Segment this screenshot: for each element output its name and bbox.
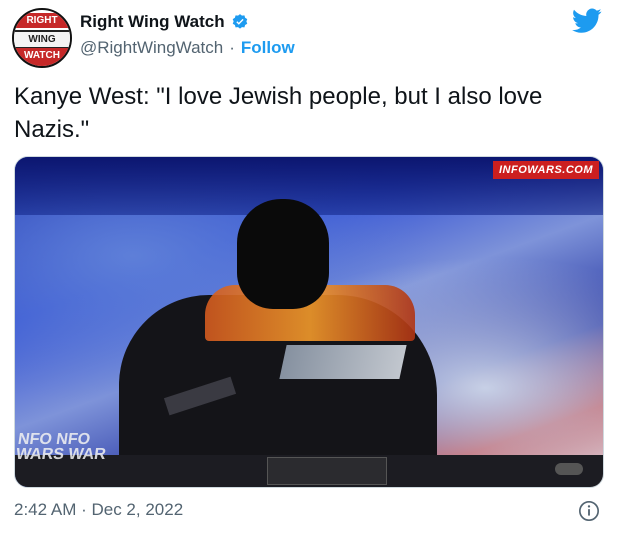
tweet-media-video[interactable]: INFOWARS.COM NFO NFO WARS WAR [14,156,604,488]
info-icon[interactable] [578,500,600,522]
avatar-line-bottom: WATCH [14,48,70,66]
avatar-line-top: RIGHT [14,13,70,28]
infowars-watermark: INFOWARS.COM [493,161,599,179]
tweet-timestamp[interactable]: 2:42 AM · Dec 2, 2022 [14,500,183,520]
follow-button[interactable]: Follow [241,38,295,58]
author-handle[interactable]: @RightWingWatch [80,38,223,58]
logo-bug-line-2: WARS WAR [14,446,107,463]
channel-logo-bug: NFO NFO WARS WAR [14,431,109,463]
tweet-text: Kanye West: "I love Jewish people, but I… [14,83,543,143]
author-name-row: Right Wing Watch [80,12,249,32]
avatar-line-middle: WING [14,30,70,49]
twitter-bird-icon[interactable] [572,8,602,34]
logo-bug-line-1: NFO NFO [16,431,92,448]
handle-separator: · [229,38,235,57]
verified-badge-icon [232,14,247,29]
author-display-name[interactable]: Right Wing Watch [80,12,225,32]
avatar[interactable]: RIGHT WING WATCH [12,8,72,68]
desk-book [267,457,387,485]
jacket-patch [279,345,407,379]
video-subject-masked-head [237,199,329,309]
desk-microphone [555,463,583,475]
author-handle-row: @RightWingWatch · Follow [80,38,295,58]
